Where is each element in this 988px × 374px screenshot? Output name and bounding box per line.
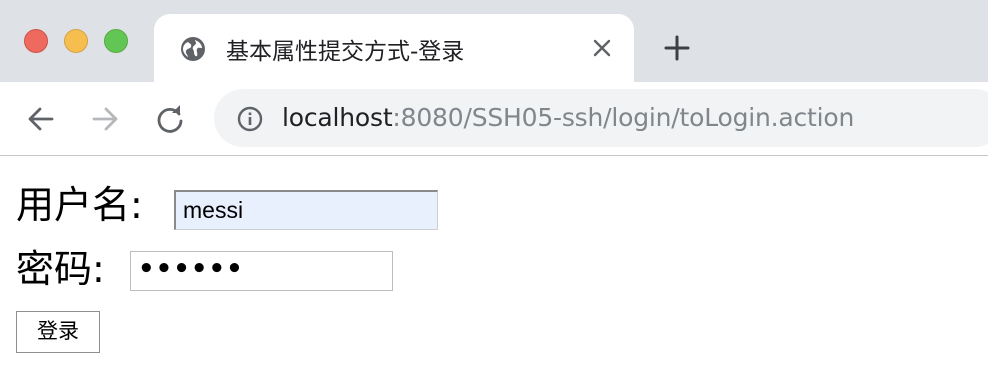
tab-title: 基本属性提交方式-登录 <box>226 39 465 65</box>
password-input[interactable]: •••••• <box>130 251 393 291</box>
globe-icon <box>181 37 205 61</box>
url-path: :8080/SSH05-ssh/login/toLogin.action <box>392 103 855 132</box>
login-button[interactable]: 登录 <box>16 311 100 353</box>
address-bar[interactable]: localhost:8080/SSH05-ssh/login/toLogin.a… <box>214 89 988 147</box>
username-input[interactable] <box>174 190 438 230</box>
url-text[interactable]: localhost:8080/SSH05-ssh/login/toLogin.a… <box>282 103 854 132</box>
active-tab[interactable]: 基本属性提交方式-登录 <box>154 14 634 82</box>
password-label: 密码: <box>16 247 105 291</box>
window-maximize-button[interactable] <box>104 29 128 53</box>
window-minimize-button[interactable] <box>64 29 88 53</box>
reload-icon[interactable] <box>153 102 187 136</box>
back-arrow-icon[interactable] <box>24 102 58 136</box>
page-content: 用户名: 密码: •••••• 登录 <box>0 156 988 374</box>
url-host: localhost <box>282 103 393 132</box>
forward-arrow-icon[interactable] <box>88 102 122 136</box>
browser-toolbar: localhost:8080/SSH05-ssh/login/toLogin.a… <box>0 82 988 156</box>
window-close-button[interactable] <box>24 29 48 53</box>
username-label: 用户名: <box>16 183 143 227</box>
tab-strip: 基本属性提交方式-登录 <box>0 0 988 82</box>
plus-icon[interactable] <box>662 33 692 63</box>
close-icon[interactable] <box>589 35 615 61</box>
browser-window: 基本属性提交方式-登录 localhost:8080/SSH05-ssh/log… <box>0 0 988 374</box>
info-icon[interactable] <box>236 105 264 133</box>
